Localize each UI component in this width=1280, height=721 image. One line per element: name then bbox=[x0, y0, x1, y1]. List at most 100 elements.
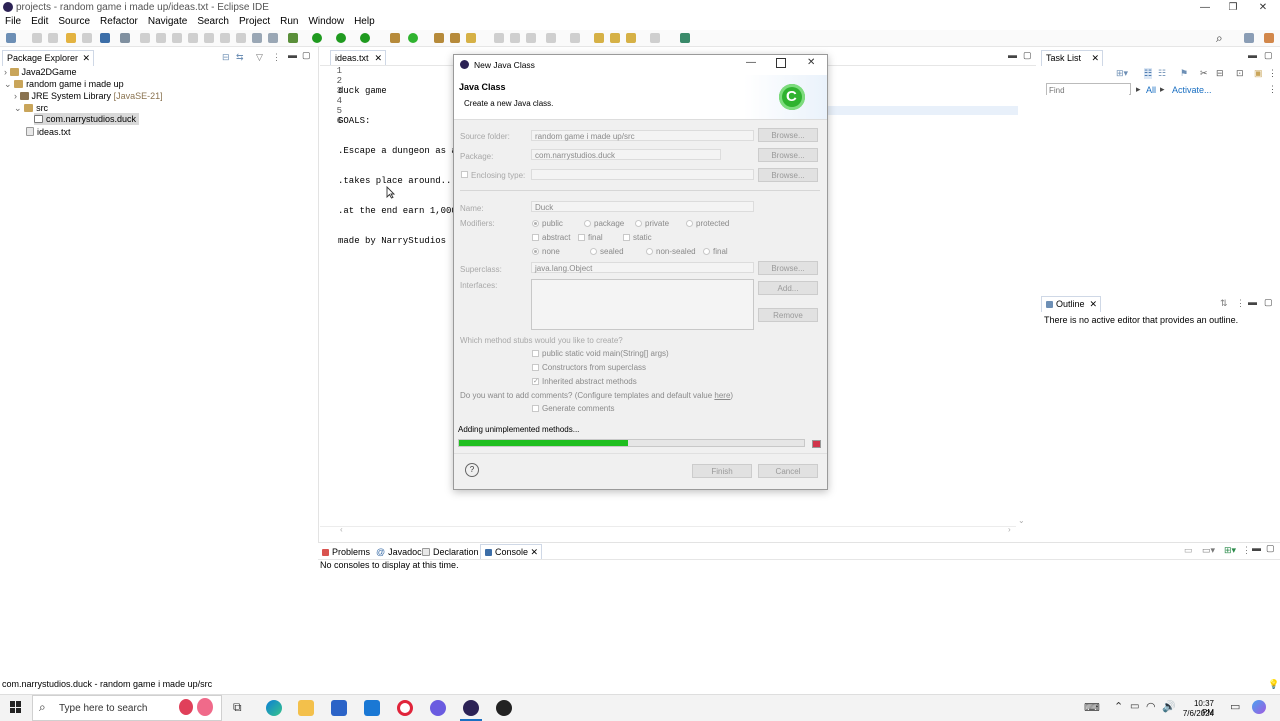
more-icon[interactable]: ⋮ bbox=[1268, 84, 1277, 95]
minimize-view-icon[interactable]: ▬ bbox=[1252, 543, 1261, 553]
store-icon[interactable] bbox=[331, 700, 347, 716]
dialog-close-button[interactable]: ✕ bbox=[807, 57, 815, 68]
tree-item-package[interactable]: com.narrystudios.duck bbox=[34, 113, 140, 125]
browse-superclass-button[interactable]: Browse... bbox=[758, 261, 818, 275]
show-hidden-icons[interactable]: ⌃ bbox=[1114, 700, 1123, 713]
link-editor-icon[interactable]: ⇆ bbox=[236, 52, 244, 63]
tab-declaration[interactable]: Declaration bbox=[422, 545, 479, 559]
keyboard-icon[interactable]: ⌨ bbox=[1084, 701, 1100, 714]
view-menu-icon[interactable]: ⋮ bbox=[1268, 68, 1277, 79]
opera-icon[interactable] bbox=[397, 700, 413, 716]
pin-editor-icon[interactable] bbox=[680, 33, 690, 43]
finish-button[interactable]: Finish bbox=[692, 464, 752, 478]
package-explorer-tab[interactable]: Package Explorer ✕ bbox=[2, 50, 94, 66]
modifier-private-radio[interactable] bbox=[635, 220, 642, 227]
menu-edit[interactable]: Edit bbox=[26, 15, 53, 29]
dialog-minimize-button[interactable]: — bbox=[746, 57, 756, 68]
next-annotation-icon[interactable] bbox=[546, 33, 556, 43]
package-field[interactable]: com.narrystudios.duck bbox=[531, 149, 721, 160]
tree-item-java2dgame[interactable]: › Java2DGame bbox=[4, 66, 77, 78]
menu-navigate[interactable]: Navigate bbox=[143, 15, 192, 29]
superclass-field[interactable]: java.lang.Object bbox=[531, 262, 754, 273]
app-icon[interactable] bbox=[430, 700, 446, 716]
browse-package-button[interactable]: Browse... bbox=[758, 148, 818, 162]
cancel-button[interactable]: Cancel bbox=[758, 464, 818, 478]
categorized-icon[interactable]: ☷ bbox=[1144, 68, 1153, 79]
tab-console[interactable]: Console ✕ bbox=[480, 544, 542, 560]
scheduled-icon[interactable]: ☷ bbox=[1158, 68, 1166, 79]
terminate-icon[interactable] bbox=[172, 33, 182, 43]
annotation-icon[interactable] bbox=[466, 33, 476, 43]
menu-search[interactable]: Search bbox=[192, 15, 234, 29]
clear-console-icon[interactable]: ▭ bbox=[1184, 545, 1193, 556]
taskbar-search-box[interactable]: ⌕ Type here to search bbox=[32, 695, 222, 721]
menu-project[interactable]: Project bbox=[234, 15, 275, 29]
use-step-filters-icon[interactable] bbox=[252, 33, 262, 43]
last-edit-icon[interactable] bbox=[594, 33, 604, 43]
interfaces-list[interactable] bbox=[531, 279, 754, 330]
menu-file[interactable]: File bbox=[0, 15, 26, 29]
close-icon[interactable]: ✕ bbox=[374, 51, 382, 66]
maximize-view-icon[interactable]: ▢ bbox=[1264, 50, 1273, 61]
copilot-icon[interactable] bbox=[1252, 700, 1266, 714]
non-sealed-radio[interactable] bbox=[646, 248, 653, 255]
remove-interface-button[interactable]: Remove bbox=[758, 308, 818, 322]
outline-tab[interactable]: Outline ✕ bbox=[1041, 296, 1101, 312]
new-java-class-icon[interactable] bbox=[408, 33, 418, 43]
modifier-protected-radio[interactable] bbox=[686, 220, 693, 227]
filter-arrow-icon[interactable]: ▸ bbox=[1136, 84, 1141, 95]
menu-source[interactable]: Source bbox=[53, 15, 95, 29]
view-menu-icon[interactable]: ⋮ bbox=[272, 52, 281, 63]
task-list-tab[interactable]: Task List ✕ bbox=[1041, 50, 1103, 66]
browse-enclosing-button[interactable]: Browse... bbox=[758, 168, 818, 182]
stub-main-checkbox[interactable] bbox=[532, 350, 539, 357]
modifier-public-radio[interactable] bbox=[532, 220, 539, 227]
view-menu-icon[interactable]: ⋮ bbox=[1242, 545, 1251, 556]
coverage-icon[interactable] bbox=[268, 33, 278, 43]
open-perspective-icon[interactable] bbox=[1244, 33, 1254, 43]
help-button[interactable]: ? bbox=[465, 463, 479, 477]
enclosing-type-checkbox[interactable] bbox=[461, 171, 468, 178]
collapse-all-icon[interactable]: ⊟ bbox=[222, 52, 230, 63]
save-all-icon[interactable] bbox=[48, 33, 58, 43]
activate-arrow-icon[interactable]: ▸ bbox=[1160, 84, 1165, 95]
edge-icon[interactable] bbox=[266, 700, 282, 716]
wifi-icon[interactable]: ◠ bbox=[1146, 700, 1156, 713]
stop-progress-button[interactable] bbox=[812, 440, 821, 448]
forward-icon[interactable] bbox=[650, 33, 660, 43]
search-icon[interactable]: ⌕ bbox=[1216, 31, 1223, 46]
toggle-mark-icon[interactable] bbox=[494, 33, 504, 43]
step-into-icon[interactable] bbox=[204, 33, 214, 43]
sealed-final-radio[interactable] bbox=[703, 248, 710, 255]
tips-icon[interactable]: 💡 bbox=[1268, 679, 1279, 690]
resume-icon[interactable] bbox=[140, 33, 150, 43]
add-interface-button[interactable]: Add... bbox=[758, 281, 818, 295]
enclosing-type-field[interactable] bbox=[531, 169, 754, 180]
minimize-button[interactable]: — bbox=[1190, 0, 1220, 16]
network-activity-icon[interactable]: ▭ bbox=[1130, 701, 1139, 712]
class-name-field[interactable]: Duck bbox=[531, 201, 754, 212]
volume-icon[interactable]: 🔊 bbox=[1162, 700, 1176, 713]
display-console-icon[interactable]: ▭▾ bbox=[1202, 545, 1215, 556]
sealed-radio[interactable] bbox=[590, 248, 597, 255]
activate-link[interactable]: Activate... bbox=[1172, 85, 1212, 95]
new-java-project-icon[interactable] bbox=[390, 33, 400, 43]
terminal-icon[interactable] bbox=[100, 33, 110, 43]
view-menu-icon[interactable]: ⋮ bbox=[1236, 298, 1245, 309]
sync-icon[interactable]: ⊡ bbox=[1236, 68, 1244, 79]
new-icon[interactable] bbox=[6, 33, 16, 43]
tab-javadoc[interactable]: @ Javadoc bbox=[376, 545, 422, 559]
task-find-input[interactable] bbox=[1047, 86, 1129, 95]
tab-problems[interactable]: Problems bbox=[322, 545, 370, 559]
file-explorer-icon[interactable] bbox=[298, 700, 314, 716]
close-button[interactable]: ✕ bbox=[1248, 0, 1278, 16]
tree-item-random-game[interactable]: ⌄ random game i made up bbox=[4, 78, 124, 90]
close-icon[interactable]: ✕ bbox=[1091, 51, 1099, 66]
windows-start-icon[interactable] bbox=[10, 701, 22, 713]
menu-window[interactable]: Window bbox=[303, 15, 349, 29]
editor-tab-ideas-txt[interactable]: ideas.txt ✕ bbox=[330, 50, 386, 66]
dialog-maximize-button[interactable] bbox=[776, 58, 786, 68]
minimize-view-icon[interactable]: ▬ bbox=[288, 50, 297, 60]
stub-constructors-checkbox[interactable] bbox=[532, 364, 539, 371]
debug-icon[interactable] bbox=[288, 33, 298, 43]
